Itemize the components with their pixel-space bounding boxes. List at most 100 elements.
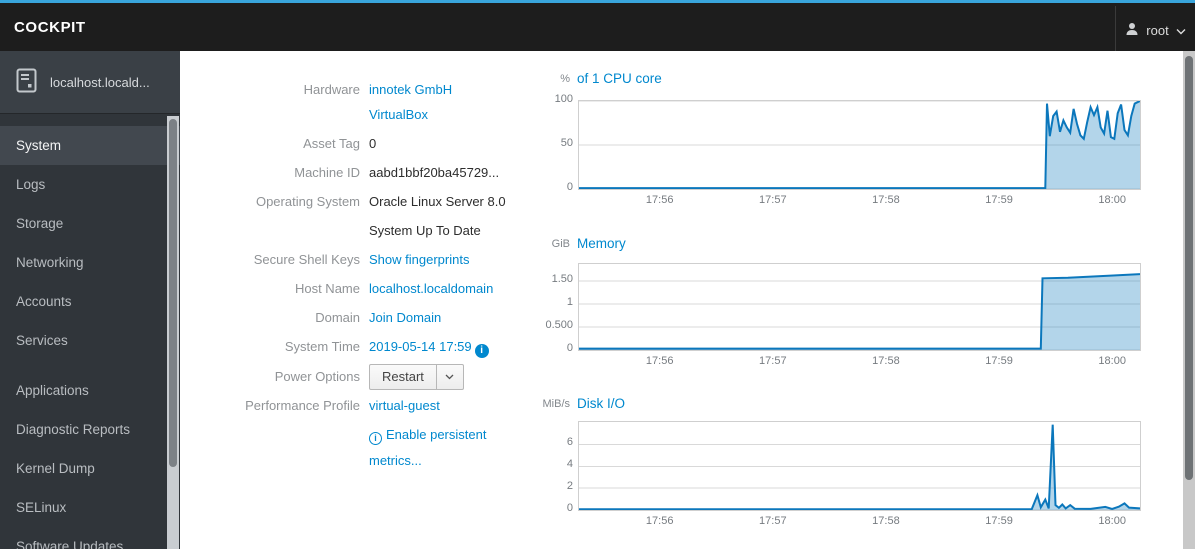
join-domain-link[interactable]: Join Domain (369, 310, 441, 325)
os-status-row: System Up To Date (180, 223, 481, 239)
page-scrollbar[interactable] (1183, 51, 1195, 549)
x-axis-tick-label: 17:59 (985, 355, 1013, 367)
y-axis-tick-label: 6 (566, 436, 573, 449)
y-axis-tick-label: 0.500 (545, 319, 573, 331)
x-axis-tick-label: 17:58 (872, 194, 900, 206)
host-name-label: localhost.locald... (50, 74, 150, 90)
performance-profile-row: Performance Profile virtual-guest (180, 398, 440, 414)
os-value: Oracle Linux Server 8.0 (369, 194, 506, 209)
cpu-unit-label: % (560, 73, 570, 85)
power-options-label: Power Options (274, 369, 360, 384)
y-axis-tick-label: 0 (566, 181, 573, 193)
y-axis-tick-label: 0 (566, 502, 573, 514)
system-time-link[interactable]: 2019-05-14 17:59 i (369, 339, 489, 358)
cpu-chart: % of 1 CPU core 0 50 100 17:56 17:57 17:58 17:… (525, 71, 1165, 231)
disk-plot-area (578, 421, 1141, 511)
sidebar-item-accounts[interactable]: Accounts (0, 282, 180, 321)
x-axis-tick-label: 17:59 (985, 515, 1013, 527)
sidebar-item-kernel-dump[interactable]: Kernel Dump (0, 449, 180, 488)
page-scrollbar-thumb[interactable] (1185, 56, 1193, 480)
hostname-link[interactable]: localhost.localdomain (369, 281, 493, 296)
restart-button[interactable]: Restart (370, 365, 436, 389)
machine-id-value: aabd1bbf20ba45729... (369, 165, 500, 180)
system-time-row: System Time 2019-05-14 17:59 i (180, 339, 489, 358)
x-axis-tick-label: 17:57 (759, 515, 787, 527)
power-options-row: Power Options Restart (180, 364, 464, 390)
asset-tag-value: 0 (369, 136, 377, 151)
sidebar-scrollbar-thumb[interactable] (169, 119, 177, 467)
power-dropdown-toggle[interactable] (435, 365, 463, 389)
hostname-label: Host Name (294, 281, 360, 296)
y-axis-tick-label: 0 (566, 342, 573, 354)
sidebar: localhost.locald... System Logs Storage … (0, 51, 180, 549)
x-axis-tick-label: 18:00 (1098, 515, 1126, 527)
sidebar-item-networking[interactable]: Networking (0, 243, 180, 282)
disk-unit-label: MiB/s (542, 398, 571, 410)
x-axis-tick-label: 18:00 (1098, 355, 1126, 367)
cockpit-app: COCKPIT root localhost.locald... System … (0, 0, 1195, 549)
machine-id-label: Machine ID (294, 165, 360, 180)
hardware-model-row: VirtualBox (180, 107, 428, 123)
chevron-down-icon (1176, 23, 1186, 38)
sidebar-item-selinux[interactable]: SELinux (0, 488, 180, 527)
hardware-label: Hardware (303, 82, 360, 97)
sidebar-nav: System Logs Storage Networking Accounts … (0, 114, 180, 549)
memory-plot-area (578, 263, 1141, 351)
top-bar: COCKPIT root (0, 0, 1195, 54)
system-overview-page: Hardware innotek GmbH VirtualBox Asset T… (180, 51, 1195, 549)
chevron-down-icon (445, 374, 454, 380)
user-menu[interactable]: root (1115, 6, 1195, 54)
sidebar-item-storage[interactable]: Storage (0, 204, 180, 243)
asset-tag-label: Asset Tag (303, 136, 360, 151)
x-axis-tick-label: 18:00 (1098, 194, 1126, 206)
cockpit-logo: COCKPIT (14, 18, 86, 36)
x-axis-tick-label: 17:56 (645, 194, 674, 206)
os-update-status: System Up To Date (369, 223, 481, 238)
ssh-keys-row: Secure Shell Keys Show fingerprints (180, 252, 470, 268)
hardware-row: Hardware innotek GmbH (180, 82, 452, 98)
x-axis-tick-label: 17:57 (759, 355, 787, 367)
performance-profile-label: Performance Profile (245, 398, 360, 413)
domain-row: Domain Join Domain (180, 310, 441, 326)
x-axis-tick-label: 17:56 (645, 515, 674, 527)
memory-chart-title-link[interactable]: Memory (577, 236, 626, 251)
info-icon: i (474, 344, 489, 358)
sidebar-scrollbar[interactable] (167, 116, 179, 549)
info-outline-icon: i (369, 432, 382, 445)
sidebar-item-software-updates[interactable]: Software Updates (0, 527, 180, 549)
hardware-model-link[interactable]: VirtualBox (369, 107, 428, 122)
enable-metrics-link[interactable]: i Enable persistent metrics... (369, 427, 486, 468)
asset-tag-row: Asset Tag 0 (180, 136, 376, 152)
os-label: Operating System (255, 194, 360, 209)
host-switcher[interactable]: localhost.locald... (0, 51, 180, 114)
performance-profile-link[interactable]: virtual-guest (369, 398, 440, 413)
persistent-metrics-row: i Enable persistent metrics... (180, 422, 499, 474)
y-axis-tick-label: 1 (566, 296, 573, 308)
show-fingerprints-link[interactable]: Show fingerprints (369, 252, 469, 267)
hostname-row: Host Name localhost.localdomain (180, 281, 493, 297)
memory-unit-label: GiB (551, 238, 570, 250)
domain-label: Domain (315, 310, 360, 325)
memory-chart: GiB Memory 0 0.500 1 1.50 17:56 17:57 17:58 17:… (525, 236, 1165, 391)
ssh-keys-label: Secure Shell Keys (253, 252, 360, 267)
os-row: Operating System Oracle Linux Server 8.0 (180, 194, 506, 210)
y-axis-tick-label: 100 (554, 93, 573, 105)
sidebar-item-applications[interactable]: Applications (0, 371, 180, 410)
x-axis-tick-label: 17:59 (985, 194, 1013, 206)
x-axis-tick-label: 17:57 (759, 194, 787, 206)
hardware-vendor-link[interactable]: innotek GmbH (369, 82, 452, 97)
x-axis-tick-label: 17:58 (872, 355, 900, 367)
system-time-label: System Time (284, 339, 360, 354)
machine-id-row: Machine ID aabd1bbf20ba45729... (180, 165, 499, 181)
disk-chart-title-link[interactable]: Disk I/O (577, 396, 625, 411)
sidebar-item-services[interactable]: Services (0, 321, 180, 360)
sidebar-item-logs[interactable]: Logs (0, 165, 180, 204)
power-split-button: Restart (369, 364, 464, 390)
disk-io-chart: MiB/s Disk I/O 0 2 4 6 17:56 17:57 17:58 17:59 1… (525, 396, 1165, 549)
cpu-plot-area (578, 100, 1141, 190)
cpu-chart-title-link[interactable]: of 1 CPU core (577, 71, 662, 86)
y-axis-tick-label: 4 (566, 458, 573, 471)
sidebar-item-system[interactable]: System (0, 126, 180, 165)
sidebar-item-diagnostic-reports[interactable]: Diagnostic Reports (0, 410, 180, 449)
x-axis-tick-label: 17:56 (645, 355, 674, 367)
